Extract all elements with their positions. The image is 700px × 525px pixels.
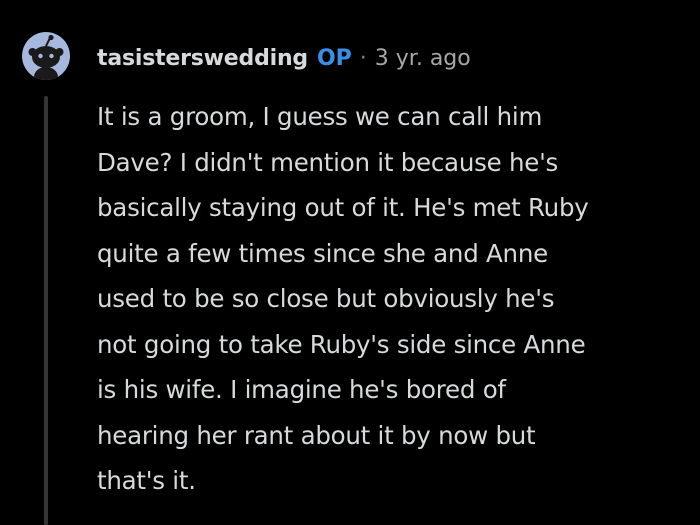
comment-line: It is a groom, I guess we can call him (97, 102, 543, 131)
comment-line: that's it. (97, 466, 196, 495)
comment-timestamp[interactable]: 3 yr. ago (375, 46, 471, 71)
comment-line: Dave? I didn't mention it because he's (97, 147, 559, 177)
comment-header: tasisterswedding OP · 3 yr. ago (97, 38, 471, 78)
comment-line: basically staying out of it. He's met Ru… (97, 193, 589, 222)
comment-line: quite a few times since she and Anne (97, 238, 548, 268)
comment-line: not going to take Ruby's side since Anne (97, 329, 586, 359)
thread-collapse-line[interactable] (44, 96, 48, 525)
snoo-avatar-icon[interactable] (22, 32, 70, 80)
comment: tasisterswedding OP · 3 yr. ago It is a … (0, 0, 700, 525)
comment-body: It is a groom, I guess we can call him D… (97, 94, 693, 504)
comment-line: hearing her rant about it by now but (97, 420, 536, 450)
op-badge: OP (316, 45, 352, 71)
separator-dot: · (359, 45, 367, 71)
author-username[interactable]: tasisterswedding (97, 46, 308, 71)
comment-line: is his wife. I imagine he's bored of (97, 375, 506, 404)
comment-line: used to be so close but obviously he's (97, 284, 555, 313)
